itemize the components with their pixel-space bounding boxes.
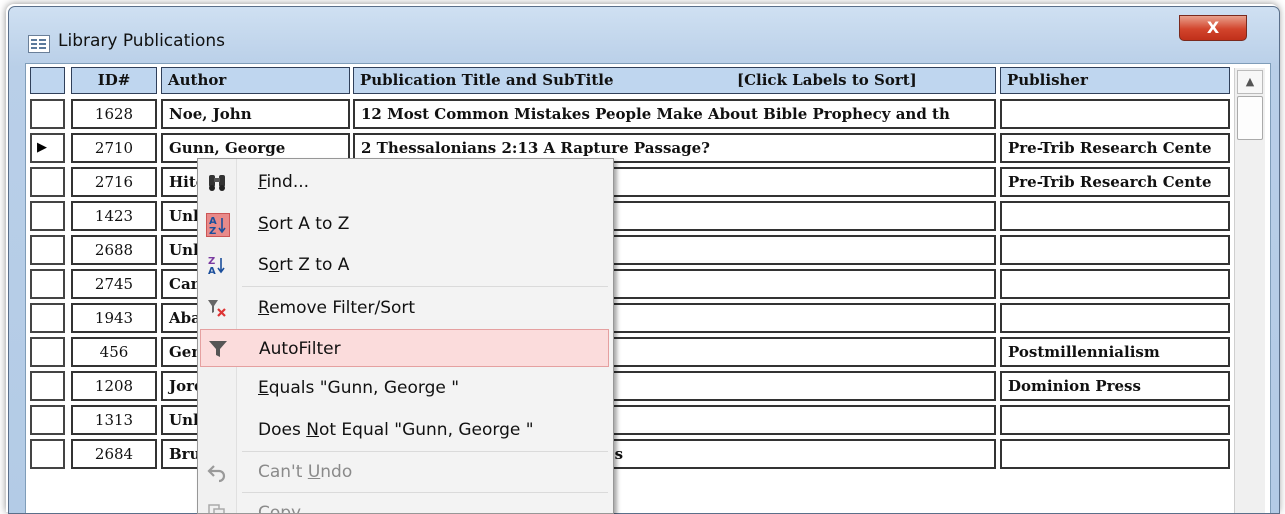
sort-ascending-icon: AZ — [206, 213, 230, 237]
row-selector[interactable] — [30, 439, 65, 469]
row-selector[interactable] — [30, 371, 65, 401]
funnel-icon — [207, 338, 229, 360]
scroll-thumb[interactable] — [1237, 96, 1263, 140]
row-selector[interactable]: ▶ — [30, 133, 65, 163]
menu-item-cant-undo: Can't Undo — [200, 453, 609, 491]
svg-text:Z: Z — [209, 226, 216, 236]
cell-id[interactable]: 1628 — [71, 99, 157, 129]
column-header-id[interactable]: ID# — [71, 67, 157, 94]
cell-publisher[interactable] — [1000, 235, 1230, 265]
menu-item-remove-filter-sort[interactable]: Remove Filter/Sort — [200, 289, 609, 327]
menu-item-find[interactable]: Find... — [200, 163, 609, 201]
window-title: Library Publications — [58, 31, 225, 51]
binoculars-icon — [206, 171, 228, 193]
cell-publisher[interactable] — [1000, 405, 1230, 435]
menu-item-label: Equals "Gunn, George " — [258, 378, 460, 398]
cell-id[interactable]: 2716 — [71, 167, 157, 197]
current-record-indicator-icon: ▶ — [37, 140, 47, 155]
menu-item-label: Does Not Equal "Gunn, George " — [258, 420, 534, 440]
title-bar[interactable]: Library Publications X — [9, 7, 1279, 67]
context-menu: Find... AZ Sort A to Z ZA Sort Z to A Re… — [197, 158, 614, 514]
scroll-up-arrow-icon[interactable]: ▲ — [1237, 70, 1263, 94]
cell-publisher[interactable]: Postmillennialism — [1000, 337, 1230, 367]
column-header-title[interactable]: Publication Title and SubTitle [Click La… — [353, 67, 996, 94]
menu-item-label: Remove Filter/Sort — [258, 298, 416, 318]
column-header-author[interactable]: Author — [161, 67, 350, 94]
cell-id[interactable]: 2710 — [71, 133, 157, 163]
menu-item-label: Find... — [258, 172, 310, 192]
cell-publisher[interactable] — [1000, 99, 1230, 129]
close-button[interactable]: X — [1179, 15, 1247, 41]
menu-item-autofilter[interactable]: AutoFilter — [200, 329, 609, 367]
copy-icon — [206, 502, 228, 513]
cell-id[interactable]: 1423 — [71, 201, 157, 231]
cell-publisher[interactable]: Pre-Trib Research Cente — [1000, 133, 1230, 163]
row-selector[interactable] — [30, 167, 65, 197]
menu-item-sort-a-to-z[interactable]: AZ Sort A to Z — [200, 205, 609, 243]
cell-id[interactable]: 2684 — [71, 439, 157, 469]
menu-item-label: Sort Z to A — [258, 255, 350, 275]
menu-item-equals[interactable]: Equals "Gunn, George " — [200, 369, 609, 407]
cell-id[interactable]: 2688 — [71, 235, 157, 265]
menu-item-label: Copy — [258, 503, 302, 514]
row-selector[interactable] — [30, 269, 65, 299]
cell-id[interactable]: 1943 — [71, 303, 157, 333]
cell-id[interactable]: 456 — [71, 337, 157, 367]
cell-publisher[interactable]: Dominion Press — [1000, 371, 1230, 401]
menu-item-sort-z-to-a[interactable]: ZA Sort Z to A — [200, 246, 609, 284]
menu-separator — [242, 451, 608, 452]
title-header-label: Publication Title and SubTitle — [360, 71, 614, 89]
cell-id[interactable]: 2745 — [71, 269, 157, 299]
menu-item-label: Can't Undo — [258, 462, 353, 482]
row-selector[interactable] — [30, 303, 65, 333]
vertical-scrollbar[interactable]: ▲ — [1234, 68, 1265, 513]
header-row-selector[interactable] — [30, 67, 65, 94]
cell-publisher[interactable] — [1000, 439, 1230, 469]
cell-publisher[interactable] — [1000, 201, 1230, 231]
menu-item-does-not-equal[interactable]: Does Not Equal "Gunn, George " — [200, 411, 609, 449]
undo-icon — [206, 461, 228, 483]
menu-item-label: Sort A to Z — [258, 214, 350, 234]
cell-id[interactable]: 1208 — [71, 371, 157, 401]
row-selector[interactable] — [30, 337, 65, 367]
sort-descending-icon: ZA — [206, 254, 228, 277]
row-selector[interactable] — [30, 201, 65, 231]
column-header-publisher[interactable]: Publisher — [1000, 67, 1230, 94]
sort-hint-label: [Click Labels to Sort] — [737, 71, 917, 89]
cell-publisher[interactable]: Pre-Trib Research Cente — [1000, 167, 1230, 197]
remove-filter-icon — [206, 297, 228, 319]
cell-publisher[interactable] — [1000, 269, 1230, 299]
menu-separator — [242, 492, 608, 493]
row-selector[interactable] — [30, 405, 65, 435]
menu-item-label: AutoFilter — [259, 339, 341, 359]
form-icon — [28, 35, 50, 53]
cell-id[interactable]: 1313 — [71, 405, 157, 435]
cell-author[interactable]: Noe, John — [161, 99, 350, 129]
menu-separator — [242, 286, 608, 287]
menu-item-copy: Copy — [200, 494, 609, 514]
row-selector[interactable] — [30, 235, 65, 265]
svg-text:A: A — [208, 266, 216, 276]
cell-publisher[interactable] — [1000, 303, 1230, 333]
row-selector[interactable] — [30, 99, 65, 129]
cell-title[interactable]: 12 Most Common Mistakes People Make Abou… — [353, 99, 996, 129]
